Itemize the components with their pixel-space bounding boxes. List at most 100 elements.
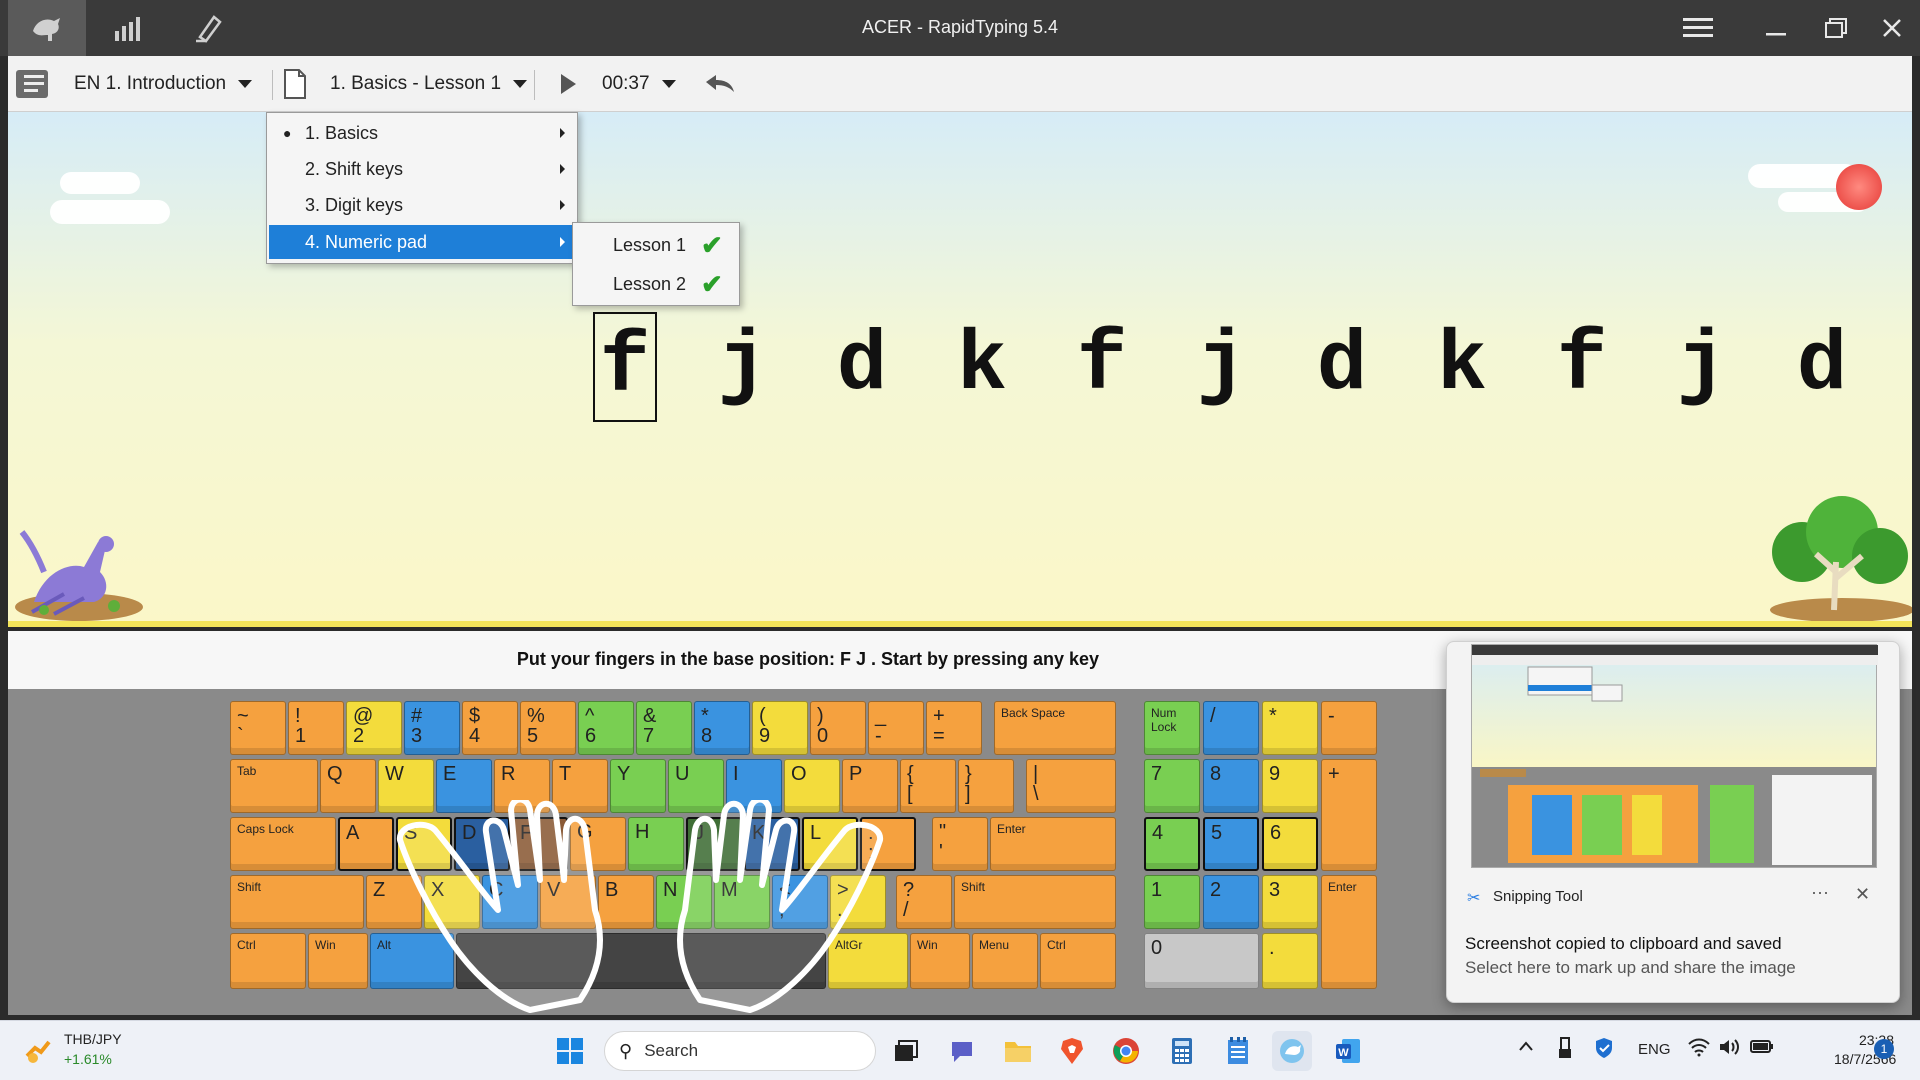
key-num-7: 7 <box>1144 759 1200 813</box>
key-label: & <box>643 705 657 727</box>
key-label: * <box>1269 705 1277 727</box>
taskbar-search[interactable]: ⚲ Search <box>604 1031 876 1071</box>
key-label: 4 <box>469 725 481 747</box>
key-label: Back Space <box>1001 706 1066 720</box>
restore-icon[interactable] <box>1810 6 1862 50</box>
key-label: 6 <box>585 725 597 747</box>
lesson-char: j <box>1676 319 1728 414</box>
lesson-char: f <box>1076 319 1128 414</box>
key-label: 3 <box>411 725 423 747</box>
key-label: I <box>733 763 739 785</box>
calculator-icon[interactable] <box>1162 1031 1202 1071</box>
key-label: 1 <box>1151 879 1163 901</box>
currency-widget-icon[interactable] <box>18 1031 58 1071</box>
key-num-8: 8 <box>1203 759 1259 813</box>
notepad-icon[interactable] <box>1218 1031 1258 1071</box>
notification-badge[interactable]: 1 <box>1874 1039 1894 1059</box>
key-num-minus: - <box>1321 701 1377 755</box>
lesson-dropdown[interactable]: 1. Basics - Lesson 1 <box>330 56 528 112</box>
minimize-icon[interactable] <box>1750 6 1802 50</box>
word-icon[interactable]: W <box>1328 1031 1368 1071</box>
screenshot-thumbnail[interactable] <box>1471 644 1878 868</box>
svg-text:W: W <box>1338 1047 1349 1059</box>
key-label: # <box>411 705 423 727</box>
sun-decoration <box>1836 164 1882 210</box>
course-dropdown[interactable]: EN 1. Introduction <box>74 56 253 112</box>
close-icon[interactable] <box>1866 6 1918 50</box>
key-9: (9 <box>752 701 808 755</box>
menu-item-label: 4. Numeric pad <box>305 231 428 252</box>
numeric-pad-submenu: Lesson 1 ✔ Lesson 2 ✔ <box>572 222 740 306</box>
timer-dropdown[interactable]: 00:37 <box>602 56 676 112</box>
ground-line <box>8 621 1912 627</box>
submenu-item-lesson-2[interactable]: Lesson 2 ✔ <box>573 265 739 303</box>
more-options-icon[interactable]: ··· <box>1811 882 1829 903</box>
key-label: Enter <box>997 822 1026 836</box>
widget-name[interactable]: THB/JPY <box>64 1031 122 1047</box>
submenu-item-lesson-1[interactable]: Lesson 1 ✔ <box>573 226 739 264</box>
hands-guide-icon <box>397 800 883 1013</box>
play-icon[interactable] <box>558 56 578 112</box>
chevron-down-icon <box>238 80 253 88</box>
snipping-tool-notification[interactable]: ✂ Snipping Tool ··· ✕ Screenshot copied … <box>1446 641 1900 1003</box>
lesson-char: d <box>1316 319 1368 414</box>
windows-start-icon[interactable] <box>550 1031 590 1071</box>
submenu-arrow-icon <box>560 237 565 247</box>
key-q: Q <box>320 759 376 813</box>
check-icon: ✔ <box>701 229 723 260</box>
key-label: T <box>559 763 572 785</box>
key-num-6: 6 <box>1262 817 1318 871</box>
tree-decoration-icon <box>1770 496 1912 622</box>
key-label: ^ <box>585 705 595 727</box>
menu-item-numeric-pad[interactable]: 4. Numeric pad <box>269 225 575 259</box>
key-label: / <box>1210 705 1216 727</box>
key-tab: Tab <box>230 759 318 813</box>
key-label: Shift <box>961 880 986 894</box>
key-label: ] <box>965 783 971 805</box>
key-label: 3 <box>1269 879 1281 901</box>
key-label: 0 <box>817 725 829 747</box>
wifi-icon[interactable] <box>1688 1037 1710 1061</box>
key-label: P <box>849 763 863 785</box>
volume-icon[interactable] <box>1718 1037 1740 1061</box>
key-label: - <box>875 725 882 747</box>
key-label: 1 <box>295 725 307 747</box>
lesson-toolbar: EN 1. Introduction 1. Basics - Lesson 1 … <box>8 56 1912 112</box>
language-indicator[interactable]: ENG <box>1638 1041 1671 1058</box>
key-left-ctrl: Ctrl <box>230 933 306 989</box>
menu-item-basics[interactable]: ● 1. Basics <box>269 116 575 150</box>
hamburger-menu-icon[interactable] <box>1672 6 1724 50</box>
key-label: ' <box>939 841 943 863</box>
security-shield-icon[interactable] <box>1594 1037 1614 1063</box>
show-hidden-icons-icon[interactable] <box>1518 1039 1534 1057</box>
key-label: 2 <box>1210 879 1222 901</box>
menu-item-digit-keys[interactable]: 3. Digit keys <box>269 188 575 222</box>
title-bar: ACER - RapidTyping 5.4 <box>0 0 1920 56</box>
teams-chat-icon[interactable] <box>942 1031 982 1071</box>
key-caps-lock: Caps Lock <box>230 817 336 871</box>
brave-browser-icon[interactable] <box>1052 1031 1092 1071</box>
toast-app-name: Snipping Tool <box>1493 888 1583 905</box>
key-label: \ <box>1033 783 1039 805</box>
key-label: _ <box>875 705 887 727</box>
chrome-icon[interactable] <box>1106 1031 1146 1071</box>
document-icon <box>282 56 308 112</box>
key-label: ( <box>759 705 766 727</box>
menu-item-shift-keys[interactable]: 2. Shift keys <box>269 152 575 186</box>
key-label: Caps Lock <box>237 822 294 836</box>
close-icon[interactable]: ✕ <box>1855 884 1870 905</box>
key-right-shift: Shift <box>954 875 1116 929</box>
key-label: } <box>965 763 972 785</box>
key-label: - <box>1328 705 1335 727</box>
battery-icon[interactable] <box>1750 1037 1774 1059</box>
task-view-icon[interactable] <box>886 1031 926 1071</box>
rapidtyping-taskbar-icon[interactable] <box>1272 1031 1312 1071</box>
key-num-0: 0 <box>1144 933 1259 989</box>
usb-device-icon[interactable] <box>1558 1037 1572 1063</box>
course-book-icon[interactable] <box>14 56 54 112</box>
timer-value: 00:37 <box>602 73 650 94</box>
toast-subtitle: Select here to mark up and share the ima… <box>1465 958 1796 977</box>
file-explorer-icon[interactable] <box>998 1031 1038 1071</box>
undo-icon[interactable] <box>702 56 736 112</box>
key-backspace: Back Space <box>994 701 1116 755</box>
